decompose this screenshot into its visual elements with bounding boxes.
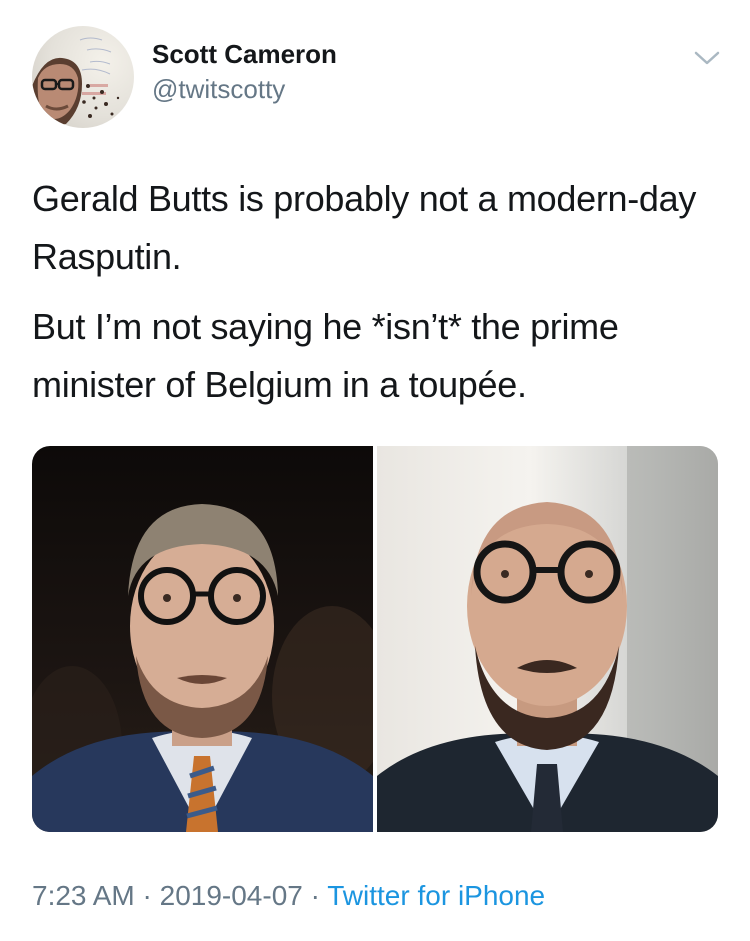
author-handle[interactable]: @twitscotty	[152, 72, 337, 106]
tweet-paragraph: But I’m not saying he *isn’t* the prime …	[32, 306, 619, 405]
portrait-photo-icon	[377, 446, 718, 832]
meta-separator: ·	[134, 880, 160, 911]
meta-separator: ·	[302, 880, 328, 911]
author-avatar[interactable]	[32, 26, 134, 128]
tweet-header: Scott Cameron @twitscotty	[32, 26, 722, 128]
tweet-media	[32, 446, 718, 832]
photo-right[interactable]	[377, 446, 718, 832]
chevron-down-icon[interactable]	[692, 48, 722, 68]
photo-left[interactable]	[32, 446, 373, 832]
portrait-photo-icon	[32, 504, 373, 832]
author-display-name[interactable]: Scott Cameron	[152, 38, 337, 70]
tweet-paragraph: Gerald Butts is probably not a modern-da…	[32, 178, 697, 277]
tweet-meta: 7:23 AM · 2019-04-07 · Twitter for iPhon…	[32, 876, 545, 916]
tweet-text: Gerald Butts is probably not a modern-da…	[32, 170, 722, 426]
tweet-date[interactable]: 2019-04-07	[160, 880, 303, 911]
avatar-photo-icon	[32, 37, 120, 128]
tweet-source-link[interactable]: Twitter for iPhone	[327, 880, 545, 911]
author-names: Scott Cameron @twitscotty	[152, 38, 337, 106]
tweet-time[interactable]: 7:23 AM	[32, 880, 135, 911]
